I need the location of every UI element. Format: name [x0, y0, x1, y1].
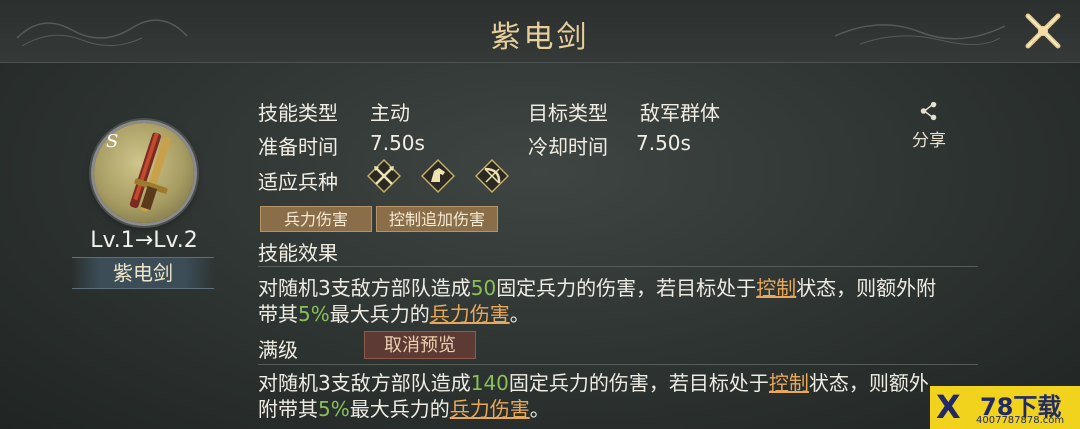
keyword-control-link[interactable]: 控制 [756, 276, 796, 300]
divider [258, 266, 978, 267]
max-level-description: 对随机3支敌方部队造成140固定兵力的伤害，若目标处于控制状态，则额外 附带其5… [258, 370, 988, 422]
keyword-troop-damage-link[interactable]: 兵力伤害 [450, 397, 530, 421]
max-line-1: 对随机3支敌方部队造成140固定兵力的伤害，若目标处于控制状态，则额外 [258, 371, 929, 395]
keyword-control-link[interactable]: 控制 [769, 371, 809, 395]
troop-type-label: 适应兵种 [258, 170, 338, 194]
spear-icon [367, 159, 401, 193]
cooldown-value: 7.50s [636, 131, 691, 155]
damage-number: 140 [470, 371, 509, 395]
sword-icon [129, 132, 171, 212]
share-button[interactable]: 分享 [905, 100, 953, 151]
effect-label: 技能效果 [258, 241, 338, 265]
tag-control-extra-damage: 控制追加伤害 [376, 206, 498, 232]
prep-time-label: 准备时间 [258, 135, 338, 159]
title-bar: 紫电剑 [0, 0, 1080, 63]
skill-name: 紫电剑 [72, 257, 214, 289]
share-label: 分享 [912, 131, 946, 151]
damage-number: 50 [470, 276, 497, 300]
bow-icon [475, 159, 509, 193]
effect-line-1: 对随机3支敌方部队造成50固定兵力的伤害，若目标处于控制状态，则额外附 [258, 276, 937, 300]
skill-emblem: S [94, 123, 194, 223]
keyword-troop-damage-link[interactable]: 兵力伤害 [430, 302, 510, 326]
prep-time-value: 7.50s [370, 131, 425, 155]
watermark-logo-icon: X [936, 388, 961, 426]
site-watermark: X 78下载 4007787878.com [930, 386, 1080, 429]
share-icon [920, 101, 937, 121]
page-title: 紫电剑 [490, 20, 590, 55]
watermark-url: 4007787878.com [976, 415, 1065, 426]
tag-troop-damage: 兵力伤害 [260, 206, 372, 232]
skill-type-label: 技能类型 [258, 101, 338, 125]
target-type-value: 敌军群体 [640, 101, 720, 125]
max-line-2: 附带其5%最大兵力的兵力伤害。 [258, 397, 550, 421]
target-type-label: 目标类型 [528, 101, 608, 125]
cavalry-icon [421, 159, 455, 193]
skill-level: Lv.1→Lv.2 [90, 228, 198, 253]
skill-type-value: 主动 [370, 101, 410, 125]
divider [258, 364, 978, 365]
cancel-preview-button[interactable]: 取消预览 [364, 331, 476, 359]
effect-line-2: 带其5%最大兵力的兵力伤害。 [258, 302, 530, 326]
percent-number: 5% [298, 302, 330, 326]
cooldown-label: 冷却时间 [528, 135, 608, 159]
percent-number: 5% [318, 397, 350, 421]
close-icon[interactable] [1024, 12, 1062, 50]
effect-description: 对随机3支敌方部队造成50固定兵力的伤害，若目标处于控制状态，则额外附 带其5%… [258, 275, 988, 327]
max-level-label: 满级 [258, 338, 298, 362]
